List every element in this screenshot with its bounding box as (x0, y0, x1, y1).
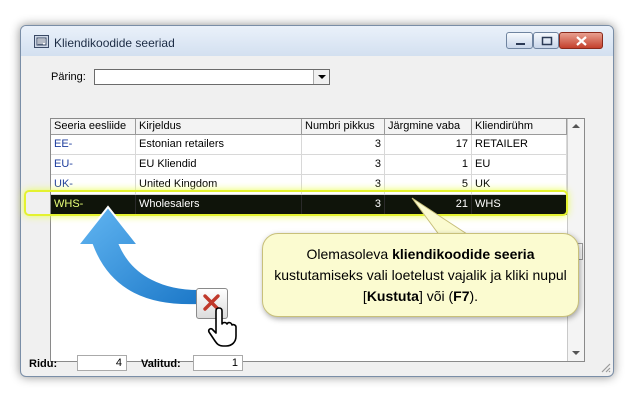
cell-length: 3 (302, 195, 385, 215)
maximize-icon (541, 36, 553, 46)
close-button[interactable] (559, 32, 603, 49)
cell-prefix: UK- (51, 175, 136, 195)
app-icon (34, 35, 49, 48)
query-dropdown[interactable] (94, 69, 330, 85)
close-icon (576, 36, 587, 46)
resize-grip-icon[interactable] (599, 361, 611, 373)
chevron-down-icon[interactable] (313, 70, 329, 84)
query-label: Päring: (51, 71, 86, 83)
column-header-prefix[interactable]: Seeria eesliide (51, 119, 136, 135)
selected-count-label: Valitud: (141, 358, 181, 370)
column-header-length[interactable]: Numbri pikkus (302, 119, 385, 135)
hand-pointer-icon (207, 307, 237, 347)
cell-next: 17 (385, 135, 472, 155)
cell-description: EU Kliendid (136, 155, 302, 175)
rows-count-label: Ridu: (29, 358, 58, 370)
scroll-up-icon[interactable] (568, 119, 584, 135)
table-row[interactable]: UK- United Kingdom 3 5 UK (51, 175, 567, 195)
series-window: Kliendikoodide seeriad Päring: Seeria ee… (20, 25, 614, 377)
maximize-button[interactable] (533, 32, 559, 49)
cell-group: WHS (472, 195, 567, 215)
cell-prefix: EE- (51, 135, 136, 155)
callout-tooltip: Olemasoleva kliendikoodide seeria kustut… (262, 233, 579, 317)
callout-bold-3: F7 (453, 288, 470, 304)
minimize-button[interactable] (506, 32, 533, 49)
cell-group: RETAILER (472, 135, 567, 155)
cell-length: 3 (302, 135, 385, 155)
curved-arrow-icon (75, 205, 199, 307)
column-header-group[interactable]: Kliendirühm (472, 119, 567, 135)
selected-count-value: 1 (193, 355, 243, 371)
cell-next: 1 (385, 155, 472, 175)
cell-description: United Kingdom (136, 175, 302, 195)
status-bar: Ridu: 4 Valitud: 1 (21, 351, 615, 375)
cell-prefix: EU- (51, 155, 136, 175)
cell-length: 3 (302, 155, 385, 175)
cell-group: EU (472, 155, 567, 175)
callout-text-3: ] või ( (418, 288, 454, 304)
column-header-next[interactable]: Järgmine vaba (385, 119, 472, 135)
cell-description: Estonian retailers (136, 135, 302, 155)
callout-text-1: Olemasoleva (306, 246, 393, 262)
callout-bold-1: kliendikoodide seeria (392, 246, 535, 262)
title-bar[interactable]: Kliendikoodide seeriad (21, 26, 613, 56)
cell-group: UK (472, 175, 567, 195)
table-row[interactable]: EU- EU Kliendid 3 1 EU (51, 155, 567, 175)
cell-next: 5 (385, 175, 472, 195)
callout-text-4: ). (469, 288, 479, 304)
cell-length: 3 (302, 175, 385, 195)
column-header-description[interactable]: Kirjeldus (136, 119, 302, 135)
window-title: Kliendikoodide seeriad (54, 36, 175, 50)
callout-pointer (411, 197, 472, 237)
minimize-icon (516, 43, 525, 45)
table-row[interactable]: EE- Estonian retailers 3 17 RETAILER (51, 135, 567, 155)
rows-count-value: 4 (77, 355, 127, 371)
callout-bold-2: Kustuta (366, 288, 419, 304)
